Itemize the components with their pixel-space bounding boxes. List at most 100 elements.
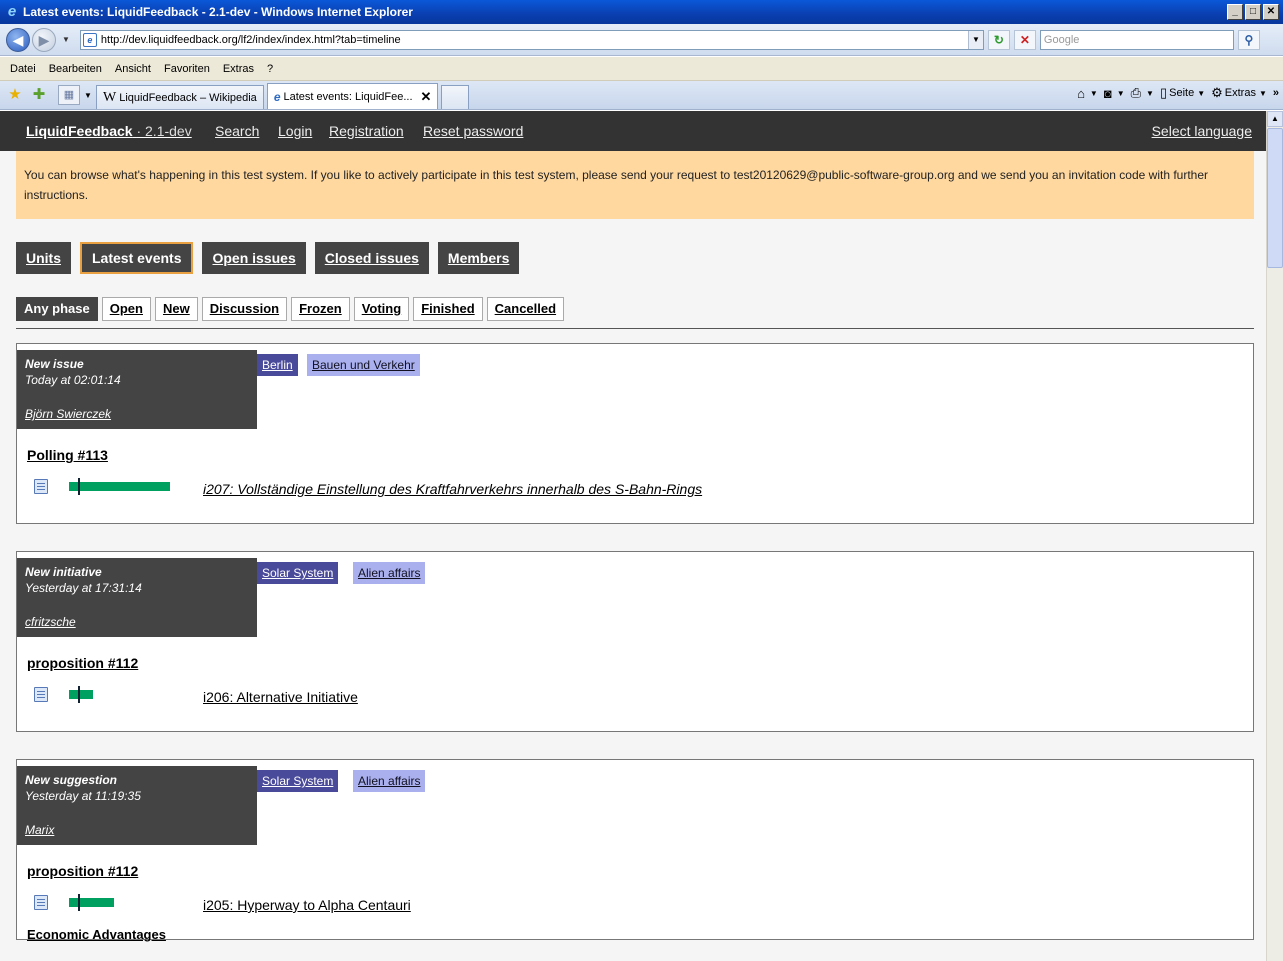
event-card: New issue Today at 02:01:14 Björn Swierc… <box>16 343 1254 524</box>
close-window-button[interactable]: ✕ <box>1263 4 1279 20</box>
maximize-button[interactable]: □ <box>1245 4 1261 20</box>
feeds-button[interactable]: ◙ ▼ <box>1104 86 1125 101</box>
menu-extras[interactable]: Extras <box>223 63 254 75</box>
quorum-marker <box>78 478 80 495</box>
command-bar: ⌂ ▼ ◙ ▼ ⎙ ▼ ▯ Seite ▼ ⚙ Extras ▼ » <box>1071 85 1279 101</box>
test-system-notice: You can browse what's happening in this … <box>16 151 1254 219</box>
filter-voting[interactable]: Voting <box>353 297 410 321</box>
tab-list-dropdown-icon[interactable]: ▼ <box>83 91 93 100</box>
scrollbar-thumb[interactable] <box>1267 128 1283 268</box>
quorum-marker <box>78 686 80 703</box>
menu-bearbeiten[interactable]: Bearbeiten <box>49 63 102 75</box>
initiative-document-icon[interactable] <box>34 895 48 910</box>
quick-tabs-icon[interactable]: ▦ <box>58 85 80 105</box>
filter-cancelled[interactable]: Cancelled <box>486 297 565 321</box>
tab-latest-events[interactable]: e Latest events: LiquidFee... ✕ <box>266 83 439 109</box>
tab-latest-events-page[interactable]: Latest events <box>80 242 194 274</box>
close-tab-icon[interactable]: ✕ <box>421 89 432 105</box>
page-icon: ▯ <box>1159 85 1168 100</box>
quorum-marker <box>78 894 80 911</box>
ie-page-icon: e <box>273 89 281 104</box>
scroll-up-icon[interactable]: ▲ <box>1267 111 1283 127</box>
suggestion-link[interactable]: Economic Advantages <box>27 927 166 942</box>
registration-link[interactable]: Registration <box>329 123 404 139</box>
address-bar[interactable]: e http://dev.liquidfeedback.org/lf2/inde… <box>79 29 984 50</box>
login-link[interactable]: Login <box>278 123 312 139</box>
forward-button[interactable]: ▶ <box>32 27 56 52</box>
support-bar <box>69 898 114 907</box>
search-icon[interactable]: ⚲ <box>1237 29 1260 50</box>
back-button[interactable]: ◀ <box>6 27 30 52</box>
filter-finished[interactable]: Finished <box>413 297 483 321</box>
initiative-link[interactable]: i207: Vollständige Einstellung des Kraft… <box>203 481 702 497</box>
menu-ansicht[interactable]: Ansicht <box>115 63 151 75</box>
tab-bar: ★ ✚ ▦ ▼ W LiquidFeedback – Wikipedia e L… <box>0 81 1283 110</box>
area-link[interactable]: Alien affairs <box>353 770 426 792</box>
gear-icon: ⚙ <box>1211 85 1223 100</box>
event-card: New suggestion Yesterday at 11:19:35 Mar… <box>16 759 1254 942</box>
event-time: Yesterday at 17:31:14 <box>25 581 142 595</box>
menu-datei[interactable]: Datei <box>10 63 36 75</box>
filter-new[interactable]: New <box>154 297 198 321</box>
new-tab-button[interactable] <box>441 85 470 109</box>
filter-any-phase[interactable]: Any phase <box>16 297 98 321</box>
wikipedia-icon: W <box>103 89 117 105</box>
print-button[interactable]: ⎙ ▼ <box>1131 85 1154 101</box>
issue-link[interactable]: proposition #112 <box>27 863 138 879</box>
initiative-link[interactable]: i206: Alternative Initiative <box>203 689 358 705</box>
event-author-link[interactable]: Björn Swierczek <box>25 407 111 421</box>
area-link[interactable]: Alien affairs <box>353 562 426 584</box>
address-url[interactable]: http://dev.liquidfeedback.org/lf2/index/… <box>101 34 968 46</box>
search-input[interactable]: Google <box>1039 29 1234 50</box>
tab-members[interactable]: Members <box>437 242 520 274</box>
vertical-scrollbar[interactable]: ▲ <box>1266 111 1283 961</box>
unit-link[interactable]: Berlin <box>257 354 298 376</box>
home-button[interactable]: ⌂ ▼ <box>1077 86 1098 101</box>
filter-frozen[interactable]: Frozen <box>291 297 350 321</box>
filter-discussion[interactable]: Discussion <box>201 297 288 321</box>
toolbar-overflow-icon[interactable]: » <box>1273 87 1279 99</box>
phase-filter: Any phase Open New Discussion Frozen Vot… <box>16 297 568 321</box>
printer-icon: ⎙ <box>1130 85 1142 100</box>
page-content: LiquidFeedback · 2.1-dev Search Login Re… <box>0 111 1266 961</box>
add-favorite-icon[interactable]: ✚ <box>30 84 48 106</box>
stop-button[interactable]: ✕ <box>1013 29 1036 50</box>
issue-link[interactable]: proposition #112 <box>27 655 138 671</box>
ie-logo-icon: e <box>7 3 17 20</box>
unit-link[interactable]: Solar System <box>257 770 339 792</box>
tab-wikipedia[interactable]: W LiquidFeedback – Wikipedia <box>96 85 264 109</box>
menu-favoriten[interactable]: Favoriten <box>164 63 210 75</box>
tab-open-issues[interactable]: Open issues <box>202 242 306 274</box>
minimize-button[interactable]: _ <box>1227 4 1243 20</box>
main-navigation: Units Latest events Open issues Closed i… <box>16 242 528 274</box>
extras-menu-button[interactable]: ⚙ Extras ▼ <box>1211 85 1267 101</box>
window-titlebar: e Latest events: LiquidFeedback - 2.1-de… <box>0 0 1283 24</box>
search-link[interactable]: Search <box>215 123 259 139</box>
tab-units[interactable]: Units <box>16 242 71 274</box>
support-bar <box>69 690 93 699</box>
filter-open[interactable]: Open <box>101 297 151 321</box>
page-menu-button[interactable]: ▯ Seite ▼ <box>1160 85 1205 101</box>
refresh-button[interactable]: ↻ <box>987 29 1010 50</box>
address-dropdown-icon[interactable]: ▼ <box>967 30 983 49</box>
select-language-link[interactable]: Select language <box>1152 123 1252 139</box>
event-info-box: New suggestion Yesterday at 11:19:35 Mar… <box>17 766 257 845</box>
reset-password-link[interactable]: Reset password <box>423 123 523 139</box>
issue-link[interactable]: Polling #113 <box>27 447 108 463</box>
initiative-document-icon[interactable] <box>34 479 48 494</box>
tab-closed-issues[interactable]: Closed issues <box>314 242 429 274</box>
menu-help[interactable]: ? <box>267 63 273 75</box>
unit-link[interactable]: Solar System <box>257 562 339 584</box>
initiative-document-icon[interactable] <box>34 687 48 702</box>
event-author-link[interactable]: Marix <box>25 823 54 837</box>
brand-link[interactable]: LiquidFeedback · 2.1-dev <box>26 123 192 139</box>
tab-label: Latest events: LiquidFee... <box>283 90 413 103</box>
site-header: LiquidFeedback · 2.1-dev Search Login Re… <box>0 111 1266 151</box>
history-dropdown-icon[interactable]: ▼ <box>62 35 70 44</box>
ie-page-icon: e <box>82 32 97 47</box>
event-author-link[interactable]: cfritzsche <box>25 615 76 629</box>
initiative-link[interactable]: i205: Hyperway to Alpha Centauri <box>203 897 411 913</box>
favorites-star-icon[interactable]: ★ <box>6 84 24 106</box>
area-link[interactable]: Bauen und Verkehr <box>307 354 420 376</box>
event-card: New initiative Yesterday at 17:31:14 cfr… <box>16 551 1254 732</box>
